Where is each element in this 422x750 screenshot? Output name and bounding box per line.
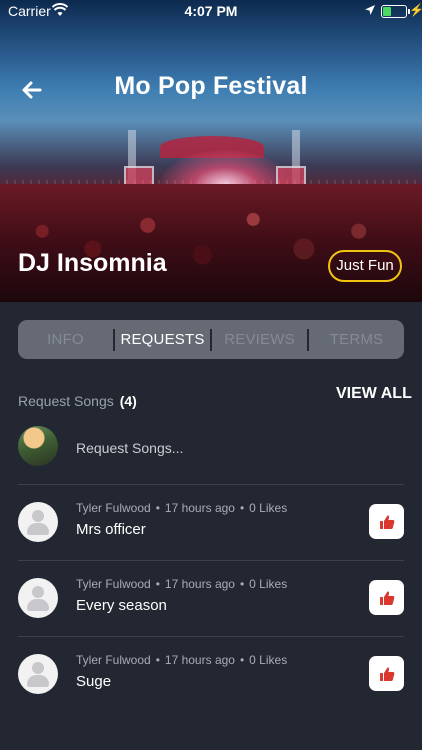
tab-bar: INFO REQUESTS REVIEWS TERMS — [18, 320, 404, 359]
user-avatar-icon — [18, 654, 58, 694]
tab-reviews[interactable]: REVIEWS — [212, 331, 307, 348]
thumbs-up-icon — [379, 514, 394, 529]
user-avatar-icon — [18, 578, 58, 618]
like-count: 0 Likes — [249, 653, 288, 667]
view-all-button[interactable]: VIEW ALL — [336, 385, 412, 403]
like-button[interactable] — [369, 504, 404, 539]
charging-icon: ⚡ — [409, 3, 422, 17]
list-item: Tyler Fulwood • 17 hours ago • 0 Likes Every… — [0, 560, 422, 636]
like-count: 0 Likes — [249, 501, 288, 515]
section-title: Request Songs (4) — [18, 393, 137, 409]
request-time: 17 hours ago — [164, 577, 235, 591]
song-title: Suge — [76, 673, 112, 690]
thumbs-up-icon — [379, 590, 394, 605]
battery-icon — [381, 5, 410, 18]
list-item: Tyler Fulwood • 17 hours ago • 0 Likes Suge — [0, 636, 422, 712]
user-name: Tyler Fulwood — [76, 501, 151, 515]
category-tag-button[interactable]: Just Fun — [328, 250, 402, 282]
like-button[interactable] — [369, 580, 404, 615]
thumbs-up-icon — [379, 666, 394, 681]
location-icon — [365, 5, 375, 15]
user-name: Tyler Fulwood — [76, 653, 151, 667]
tab-requests[interactable]: REQUESTS — [115, 331, 210, 348]
request-count: (4) — [119, 393, 137, 409]
request-time: 17 hours ago — [164, 501, 235, 515]
request-song-input[interactable]: Request Songs... — [76, 440, 183, 456]
like-count: 0 Likes — [249, 577, 288, 591]
user-avatar-icon — [18, 502, 58, 542]
request-time: 17 hours ago — [164, 653, 235, 667]
current-user-avatar — [18, 426, 58, 466]
page-title: Mo Pop Festival — [114, 72, 308, 100]
user-name: Tyler Fulwood — [76, 577, 151, 591]
status-time: 4:07 PM — [184, 3, 238, 19]
section-title-label: Request Songs — [18, 393, 114, 409]
request-meta: Tyler Fulwood • 17 hours ago • 0 Likes — [76, 577, 288, 591]
song-title: Mrs officer — [76, 521, 146, 538]
song-title: Every season — [76, 597, 167, 614]
request-meta: Tyler Fulwood • 17 hours ago • 0 Likes — [76, 653, 288, 667]
status-bar: Carrier 4:07 PM ⚡ — [0, 0, 422, 22]
tab-terms[interactable]: TERMS — [309, 331, 404, 348]
tab-info[interactable]: INFO — [18, 331, 113, 348]
like-button[interactable] — [369, 656, 404, 691]
list-item: Tyler Fulwood • 17 hours ago • 0 Likes Mrs o… — [0, 484, 422, 560]
artist-name: DJ Insomnia — [18, 249, 167, 277]
request-meta: Tyler Fulwood • 17 hours ago • 0 Likes — [76, 501, 288, 515]
